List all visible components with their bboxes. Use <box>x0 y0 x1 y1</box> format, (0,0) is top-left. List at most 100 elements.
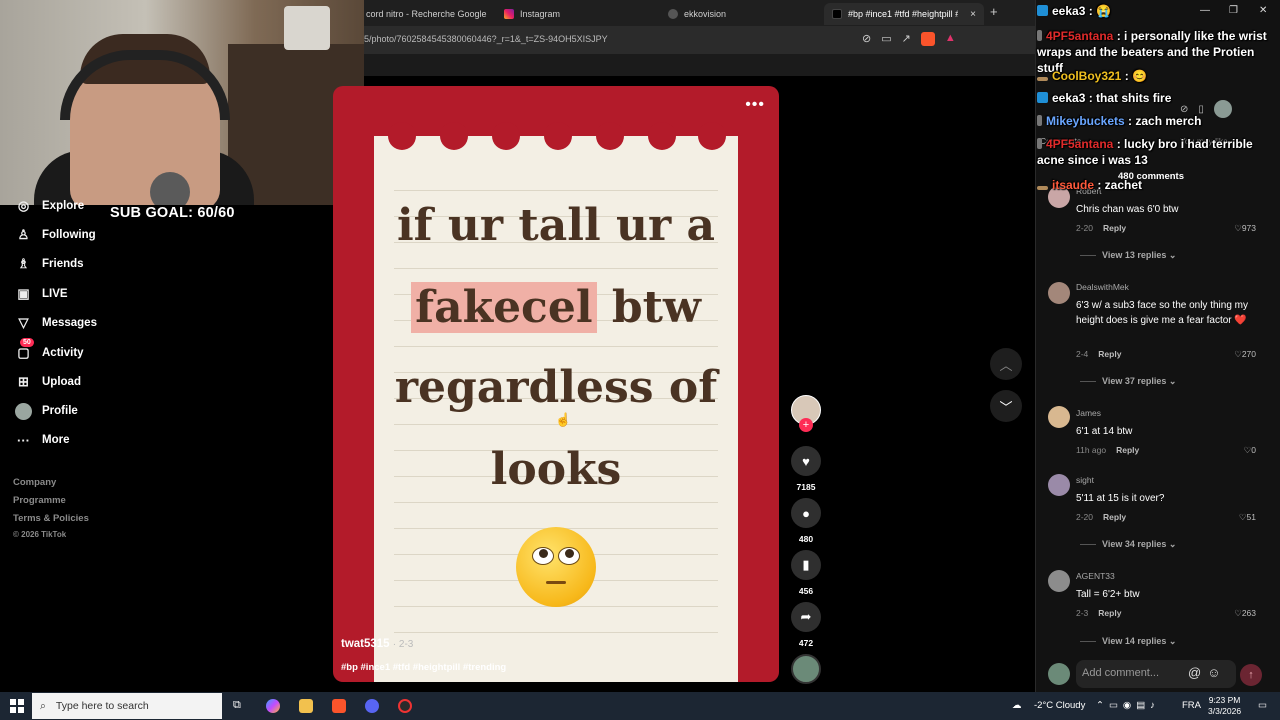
avatar[interactable] <box>1048 570 1070 592</box>
avatar[interactable] <box>1048 474 1070 496</box>
tab-label: Instagram <box>520 9 561 19</box>
brave-browser-icon[interactable] <box>332 699 346 713</box>
new-tab-button[interactable]: + <box>990 4 998 19</box>
chat-message: 4PF5antana : lucky bro i had terrible ac… <box>1037 136 1277 168</box>
save-action[interactable]: ▮ 456 <box>790 550 822 596</box>
emoji-icon[interactable]: ☺ <box>1207 665 1220 680</box>
sidebar-item-profile[interactable]: Profile <box>15 401 78 421</box>
post-comment-button[interactable]: ↑ <box>1240 664 1262 686</box>
share-arrow-icon[interactable]: ➦ <box>791 602 821 632</box>
obs-icon[interactable] <box>398 699 412 713</box>
maximize-icon[interactable]: ❐ <box>1229 5 1238 16</box>
tab-ekkovision[interactable]: ekkovision <box>660 3 820 25</box>
system-tray-icons[interactable]: ⌃▭◉▤♪ <box>1096 700 1160 711</box>
weather-text[interactable]: -2°C Cloudy <box>1034 700 1085 711</box>
comment-text: Tall = 6'2+ btw <box>1076 589 1140 600</box>
reply-button[interactable]: Reply <box>1103 512 1126 522</box>
meme-text-line: regardless of <box>394 362 718 413</box>
sidebar-item-live[interactable]: ▣ LIVE <box>15 284 67 304</box>
friends-icon: ♗ <box>17 256 30 271</box>
comment-input-icons: @ ☺ <box>1188 665 1220 680</box>
sidebar-item-messages[interactable]: ▽ Messages <box>15 313 97 333</box>
chat-badge-icon <box>1037 92 1048 103</box>
comment-like[interactable]: ♡973 <box>1222 223 1256 234</box>
reader-off-icon[interactable]: ⊘ <box>862 32 871 46</box>
previous-post-button[interactable]: ︿ <box>990 348 1022 380</box>
sidebar-item-explore[interactable]: ◎ Explore <box>15 196 84 216</box>
taskbar-clock[interactable]: 9:23 PM 3/3/2026 <box>1208 695 1241 717</box>
comment-like[interactable]: ♡51 <box>1222 512 1256 523</box>
chat-username: itsaude <box>1052 178 1095 192</box>
view-replies-button[interactable]: View 14 replies ⌄ <box>1080 636 1176 647</box>
footer-link-company[interactable]: Company <box>13 477 56 488</box>
next-post-button[interactable]: ﹀ <box>990 390 1022 422</box>
notifications-icon[interactable]: ▭ <box>1258 700 1267 711</box>
sidebar-item-label: Activity <box>42 347 84 359</box>
sidebar-item-friends[interactable]: ♗ Friends <box>15 254 84 274</box>
share-action[interactable]: ➦ 472 <box>790 602 822 648</box>
discord-icon[interactable] <box>365 699 379 713</box>
meme-text-line: if ur tall ur a <box>396 200 716 251</box>
brave-shields-icon[interactable] <box>920 32 935 46</box>
share-icon[interactable]: ↗ <box>902 32 911 46</box>
copilot-icon[interactable] <box>266 699 280 713</box>
tab-instagram[interactable]: Instagram <box>496 3 656 25</box>
comment-like[interactable]: ♡270 <box>1222 349 1256 360</box>
follow-button[interactable]: + <box>799 418 813 432</box>
search-icon: ⌕ <box>40 699 46 712</box>
more-options-icon[interactable]: ••• <box>745 96 765 114</box>
photo-post[interactable]: ••• if ur tall ur a fakecel btw regardle… <box>333 86 779 682</box>
file-explorer-icon[interactable] <box>299 699 313 713</box>
comment-like[interactable]: ♡263 <box>1222 608 1256 619</box>
view-replies-label: View 13 replies <box>1102 250 1167 260</box>
close-tab-icon[interactable]: × <box>970 9 976 20</box>
reply-button[interactable]: Reply <box>1103 223 1126 233</box>
language-indicator[interactable]: FRA <box>1182 700 1201 711</box>
avatar[interactable] <box>1048 406 1070 428</box>
weather-icon[interactable]: ☁ <box>1012 700 1022 711</box>
minimize-icon[interactable]: — <box>1200 5 1210 16</box>
close-window-icon[interactable]: ✕ <box>1259 5 1267 16</box>
chat-username: Mikeybuckets <box>1046 114 1125 128</box>
view-replies-button[interactable]: View 13 replies ⌄ <box>1080 250 1176 261</box>
comment-username[interactable]: DealswithMek <box>1076 282 1129 292</box>
sidebar-item-more[interactable]: ··· More <box>15 430 69 450</box>
mention-icon[interactable]: @ <box>1188 665 1201 680</box>
sidebar-item-upload[interactable]: ⊞ Upload <box>15 372 81 392</box>
author-name[interactable]: twat5315 <box>341 638 390 650</box>
taskbar-search[interactable]: ⌕ Type here to search <box>32 693 222 719</box>
comment-username[interactable]: sight <box>1076 475 1094 485</box>
bookmark-icon[interactable]: ▮ <box>791 550 821 580</box>
reply-button[interactable]: Reply <box>1116 445 1139 455</box>
sidebar-item-activity[interactable]: ▢ 50 Activity <box>15 337 84 363</box>
footer-link-programme[interactable]: Programme <box>13 495 66 506</box>
brave-rewards-icon[interactable]: ▲ <box>945 32 956 46</box>
tab-google-search[interactable]: cord nitro - Recherche Google <box>358 3 498 25</box>
footer-link-terms[interactable]: Terms & Policies <box>13 513 89 524</box>
sidebar-item-label: Upload <box>42 376 81 388</box>
avatar[interactable] <box>1048 282 1070 304</box>
tab-tiktok-post[interactable]: #bp #ince1 #tfd #heightpill #tre × <box>824 3 984 25</box>
task-view-icon[interactable]: ⧉ <box>233 699 247 713</box>
comment-icon[interactable]: ● <box>791 498 821 528</box>
comment-action[interactable]: ● 480 <box>790 498 822 544</box>
reply-button[interactable]: Reply <box>1098 349 1121 359</box>
comment-username[interactable]: James <box>1076 408 1101 418</box>
url-text[interactable]: 5/photo/7602584545380060446?_r=1&_t=ZS-9… <box>364 34 608 44</box>
sound-avatar[interactable] <box>791 654 821 684</box>
sidebar-item-label: Profile <box>42 405 78 417</box>
comment-username[interactable]: AGENT33 <box>1076 571 1115 581</box>
post-hashtags[interactable]: #bp #ince1 #tfd #heightpill #trending <box>341 662 506 673</box>
reply-button[interactable]: Reply <box>1098 608 1121 618</box>
chat-text: : zachet <box>1094 178 1143 192</box>
cast-icon[interactable]: ▭ <box>881 32 891 46</box>
view-replies-button[interactable]: View 37 replies ⌄ <box>1080 376 1176 387</box>
heart-icon[interactable]: ♥ <box>791 446 821 476</box>
post-author[interactable]: twat5315 · 2-3 <box>341 638 413 650</box>
windows-start-icon[interactable] <box>10 699 24 713</box>
search-placeholder: Type here to search <box>55 700 149 712</box>
comment-like[interactable]: ♡0 <box>1222 445 1256 456</box>
like-action[interactable]: ♥ 7185 <box>790 446 822 492</box>
sidebar-item-following[interactable]: ♙ Following <box>15 225 96 245</box>
view-replies-button[interactable]: View 34 replies ⌄ <box>1080 539 1176 550</box>
